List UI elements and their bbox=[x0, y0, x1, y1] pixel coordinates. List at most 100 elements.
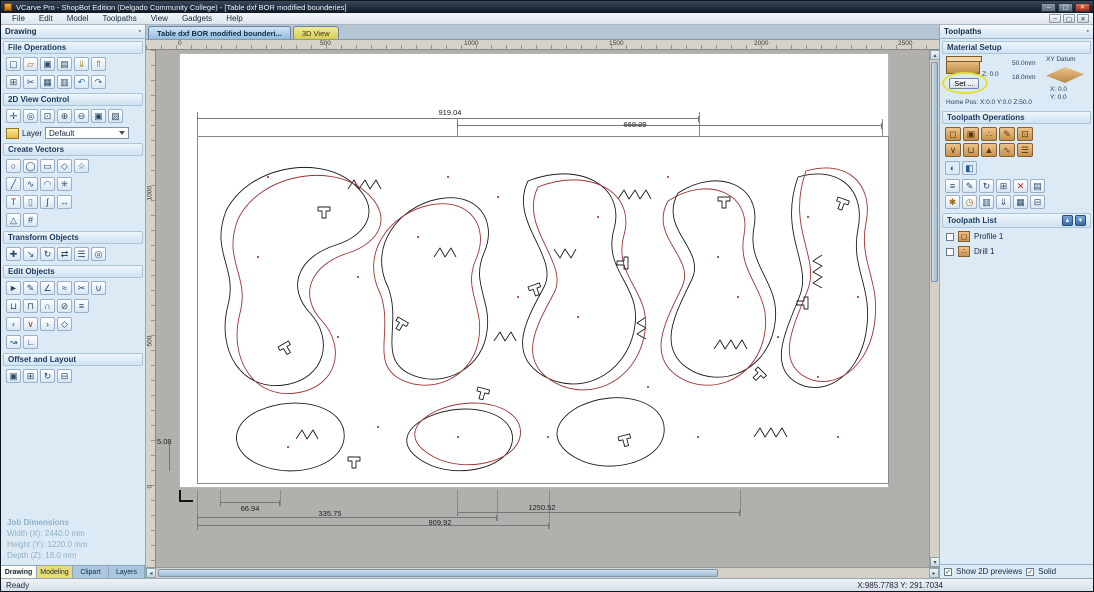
copy-icon[interactable]: ▦ bbox=[40, 75, 55, 89]
ellipse-tool-icon[interactable]: ◯ bbox=[23, 159, 38, 173]
vertical-scrollbar[interactable]: ▴ ▾ bbox=[929, 50, 940, 567]
toolpath-list-item[interactable]: ∴ Drill 1 bbox=[940, 244, 1093, 259]
toolpath-list-item[interactable]: ◻ Profile 1 bbox=[940, 229, 1093, 244]
measure-tool-icon[interactable]: ∠ bbox=[40, 281, 55, 295]
node-edit-icon[interactable]: ✎ bbox=[23, 281, 38, 295]
toolpath-visibility-checkbox[interactable] bbox=[946, 232, 954, 241]
cut-icon[interactable]: ✂ bbox=[23, 75, 38, 89]
join-vectors-icon[interactable]: ∪ bbox=[91, 281, 106, 295]
text-box-icon[interactable]: ▯ bbox=[23, 195, 38, 209]
vector-boundary-icon[interactable]: △ bbox=[6, 213, 21, 227]
zoom-interactive-icon[interactable]: ◎ bbox=[23, 109, 38, 123]
save-file-icon[interactable]: ▣ bbox=[40, 57, 55, 71]
rotate-icon[interactable]: ↻ bbox=[40, 247, 55, 261]
copy-toolpath-icon[interactable]: ▦ bbox=[1013, 195, 1028, 209]
mdi-minimize-button[interactable]: – bbox=[1049, 14, 1061, 23]
open-file-icon[interactable]: ▱ bbox=[23, 57, 38, 71]
toolpath-visibility-checkbox[interactable] bbox=[946, 247, 954, 256]
polygon-tool-icon[interactable]: ◇ bbox=[57, 159, 72, 173]
edit-toolpath-icon[interactable]: ✎ bbox=[962, 179, 977, 193]
tab-2d-document[interactable]: Table dxf BOR modified bounderi... bbox=[148, 26, 291, 39]
layer-dropdown[interactable]: Default bbox=[45, 127, 130, 139]
array-copy-icon[interactable]: ⊞ bbox=[23, 369, 38, 383]
horizontal-scrollbar[interactable]: ◂ ▸ bbox=[146, 567, 939, 578]
maximize-button[interactable]: ▢ bbox=[1058, 2, 1073, 12]
moulding-toolpath-icon[interactable]: ∿ bbox=[999, 143, 1015, 157]
toolpath-tiling-icon[interactable]: ▥ bbox=[979, 195, 994, 209]
horizontal-scroll-thumb[interactable] bbox=[158, 569, 718, 577]
zoom-extents-icon[interactable]: ▣ bbox=[91, 109, 106, 123]
snap-grid-tool-icon[interactable]: # bbox=[23, 213, 38, 227]
move-toolpath-up-button[interactable]: ▲ bbox=[1062, 215, 1073, 226]
offset-vectors-icon[interactable]: ▣ bbox=[6, 369, 21, 383]
prism-carve-icon[interactable]: ▲ bbox=[981, 143, 997, 157]
weld-vectors-icon[interactable]: ⊔ bbox=[6, 299, 21, 313]
vertical-scroll-thumb[interactable] bbox=[931, 62, 938, 282]
preview-toolpaths-icon[interactable]: ◐ bbox=[945, 161, 960, 175]
draw-curve-icon[interactable]: ∿ bbox=[23, 177, 38, 191]
arc-tool-icon[interactable]: ◠ bbox=[40, 177, 55, 191]
drilling-toolpath-icon[interactable]: ∴ bbox=[981, 127, 997, 141]
paste-icon[interactable]: ▥ bbox=[57, 75, 72, 89]
gear-shape-icon[interactable]: ✳ bbox=[57, 177, 72, 191]
pin-icon[interactable]: ▪ bbox=[1087, 28, 1089, 35]
solid-checkbox[interactable]: ✓ bbox=[1026, 567, 1035, 576]
zoom-window-icon[interactable]: ⊡ bbox=[40, 109, 55, 123]
select-tool-icon[interactable]: ► bbox=[6, 281, 21, 295]
close-button[interactable]: ✕ bbox=[1075, 2, 1090, 12]
scroll-right-icon[interactable]: ▸ bbox=[929, 568, 939, 578]
fluting-toolpath-icon[interactable]: ☰ bbox=[1017, 143, 1033, 157]
scroll-up-icon[interactable]: ▴ bbox=[930, 50, 940, 60]
offset-tool-icon[interactable]: ≈ bbox=[57, 281, 72, 295]
tab-modeling[interactable]: Modeling bbox=[37, 566, 73, 578]
move-toolpath-down-button[interactable]: ▼ bbox=[1075, 215, 1086, 226]
trim-tool-icon[interactable]: ✂ bbox=[74, 281, 89, 295]
extend-vector-icon[interactable]: ↝ bbox=[6, 335, 21, 349]
mdi-restore-button[interactable]: ▢ bbox=[1063, 14, 1075, 23]
rotate-copy-icon[interactable]: ↻ bbox=[40, 369, 55, 383]
pocket-toolpath-icon[interactable]: ▣ bbox=[963, 127, 979, 141]
mdi-close-button[interactable]: ✕ bbox=[1077, 14, 1089, 23]
center-in-material-icon[interactable]: ◎ bbox=[91, 247, 106, 261]
zoom-out-icon[interactable]: ⊖ bbox=[74, 109, 89, 123]
inlay-toolpath-icon[interactable]: ⊡ bbox=[1017, 127, 1033, 141]
arrow-left-icon[interactable]: ‹ bbox=[6, 317, 21, 331]
menu-help[interactable]: Help bbox=[219, 13, 249, 25]
snap-settings-icon[interactable]: ⊞ bbox=[6, 75, 21, 89]
minimize-button[interactable]: – bbox=[1041, 2, 1056, 12]
nesting-icon[interactable]: ⊟ bbox=[57, 369, 72, 383]
menu-edit[interactable]: Edit bbox=[32, 13, 60, 25]
scroll-down-icon[interactable]: ▾ bbox=[930, 557, 940, 567]
profile-toolpath-icon[interactable]: ◻ bbox=[945, 127, 961, 141]
export-file-icon[interactable]: ⇑ bbox=[91, 57, 106, 71]
toolpath-template-icon[interactable]: ▤ bbox=[1030, 179, 1045, 193]
set-size-icon[interactable]: ↘ bbox=[23, 247, 38, 261]
align-objects-icon[interactable]: ☰ bbox=[74, 247, 89, 261]
toolpath-summary-icon[interactable]: ≡ bbox=[945, 179, 960, 193]
vcarve-toolpath-icon[interactable]: ∨ bbox=[945, 143, 961, 157]
tab-clipart[interactable]: Clipart bbox=[73, 566, 109, 578]
material-block-icon[interactable]: ◧ bbox=[962, 161, 977, 175]
tab-3d-view[interactable]: 3D View bbox=[292, 26, 339, 39]
star-tool-icon[interactable]: ☆ bbox=[74, 159, 89, 173]
move-selection-icon[interactable]: ✚ bbox=[6, 247, 21, 261]
dimension-tool-icon[interactable]: ↔ bbox=[57, 195, 72, 209]
rectangle-tool-icon[interactable]: ▭ bbox=[40, 159, 55, 173]
fillet-tool-icon[interactable]: ∟ bbox=[23, 335, 38, 349]
intersect-vectors-icon[interactable]: ∩ bbox=[40, 299, 55, 313]
pin-icon[interactable]: ▪ bbox=[139, 28, 141, 35]
menu-file[interactable]: File bbox=[5, 13, 32, 25]
text-on-curve-icon[interactable]: ∫ bbox=[40, 195, 55, 209]
estimate-time-icon[interactable]: ◷ bbox=[962, 195, 977, 209]
delete-toolpath-icon[interactable]: ✕ bbox=[1013, 179, 1028, 193]
subtract-vectors-icon[interactable]: ⊓ bbox=[23, 299, 38, 313]
slice-vectors-icon[interactable]: ⊘ bbox=[57, 299, 72, 313]
tool-database-icon[interactable]: ✱ bbox=[945, 195, 960, 209]
tab-layers[interactable]: Layers bbox=[109, 566, 145, 578]
redo-icon[interactable]: ↷ bbox=[91, 75, 106, 89]
recalculate-toolpaths-icon[interactable]: ↻ bbox=[979, 179, 994, 193]
draw-line-icon[interactable]: ╱ bbox=[6, 177, 21, 191]
menu-model[interactable]: Model bbox=[60, 13, 96, 25]
print-icon[interactable]: ▤ bbox=[57, 57, 72, 71]
material-setup-set-button[interactable]: Set ... bbox=[949, 78, 979, 89]
